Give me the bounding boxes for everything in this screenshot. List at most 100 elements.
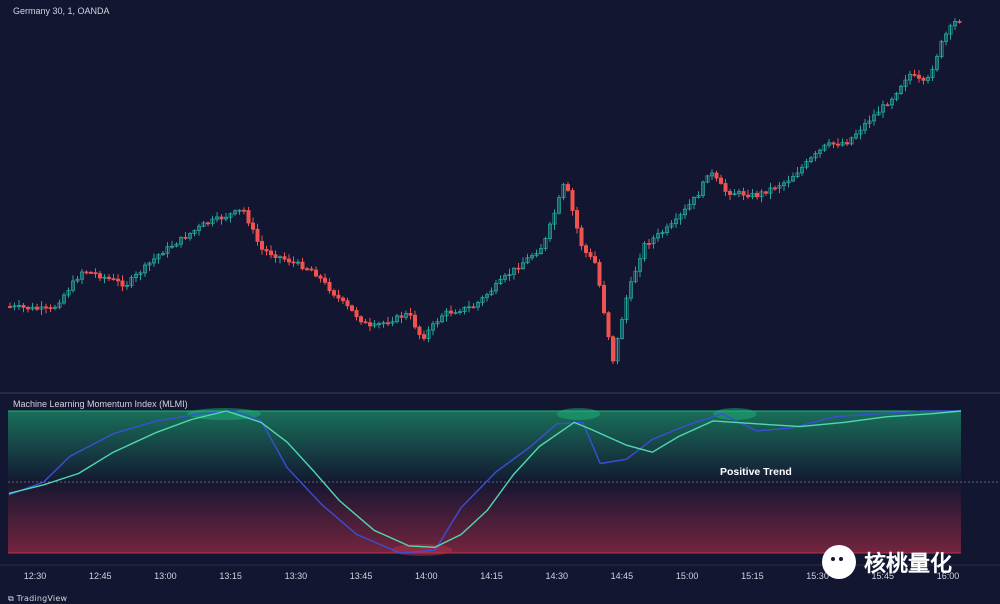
candle-up bbox=[876, 106, 881, 116]
trend-annotation: Positive Trend bbox=[720, 466, 792, 478]
candle-body bbox=[417, 326, 422, 336]
candle-up bbox=[854, 129, 859, 140]
candle-down bbox=[845, 138, 850, 147]
candle-up bbox=[372, 320, 377, 329]
candle-up bbox=[638, 253, 643, 277]
candle-down bbox=[579, 225, 584, 251]
candle-body bbox=[327, 281, 332, 292]
candle-body bbox=[331, 290, 336, 296]
candle-down bbox=[448, 305, 453, 317]
candle-body bbox=[273, 254, 278, 258]
candle-body bbox=[21, 304, 26, 308]
candle-up bbox=[160, 250, 165, 256]
candle-down bbox=[98, 271, 103, 282]
candlestick-series bbox=[7, 18, 962, 365]
candle-up bbox=[210, 215, 215, 227]
watermark: 核桃量化 bbox=[822, 545, 952, 579]
candle-up bbox=[858, 125, 863, 140]
candle-down bbox=[205, 221, 210, 227]
candle-down bbox=[246, 206, 251, 227]
candle-up bbox=[813, 150, 818, 162]
candle-up bbox=[16, 299, 21, 310]
time-tick-label: 14:45 bbox=[610, 571, 634, 581]
candle-up bbox=[732, 189, 737, 196]
candle-down bbox=[728, 188, 733, 200]
candle-down bbox=[421, 330, 426, 342]
candle-body bbox=[322, 277, 327, 283]
candle-body bbox=[318, 275, 323, 279]
candle-body bbox=[917, 74, 922, 79]
candle-down bbox=[597, 259, 602, 288]
candle-up bbox=[165, 242, 170, 258]
symbol-title: Germany 30, 1, OANDA bbox=[13, 6, 110, 16]
candle-body bbox=[93, 272, 98, 275]
candle-body bbox=[471, 306, 476, 309]
candle-body bbox=[255, 228, 260, 242]
candle-body bbox=[719, 177, 724, 184]
candle-down bbox=[358, 315, 363, 325]
chart-canvas[interactable] bbox=[0, 0, 1000, 604]
time-tick-label: 12:45 bbox=[88, 571, 112, 581]
candle-up bbox=[196, 223, 201, 236]
candle-up bbox=[201, 221, 206, 228]
candle-down bbox=[219, 214, 224, 225]
candle-up bbox=[71, 275, 76, 293]
candle-down bbox=[241, 207, 246, 215]
candle-up bbox=[228, 212, 233, 223]
candle-down bbox=[584, 243, 589, 258]
candle-body bbox=[836, 143, 841, 146]
candle-body bbox=[412, 314, 417, 328]
candle-body bbox=[84, 271, 89, 274]
tradingview-logo: ⧉ TradingView bbox=[8, 594, 67, 604]
candle-body bbox=[448, 310, 453, 314]
candle-body bbox=[579, 227, 584, 247]
candle-up bbox=[620, 317, 625, 340]
candle-up bbox=[223, 213, 228, 222]
candle-down bbox=[575, 206, 580, 234]
candle-body bbox=[291, 261, 296, 264]
candle-down bbox=[417, 325, 422, 340]
candle-up bbox=[827, 138, 832, 148]
candle-body bbox=[566, 184, 571, 191]
candle-down bbox=[602, 280, 607, 315]
candle-up bbox=[899, 84, 904, 96]
candle-down bbox=[345, 297, 350, 310]
candle-down bbox=[741, 187, 746, 201]
candle-down bbox=[286, 254, 291, 266]
candle-up bbox=[489, 287, 494, 297]
candle-up bbox=[939, 39, 944, 59]
candle-body bbox=[313, 269, 318, 277]
candle-down bbox=[912, 69, 917, 78]
candle-down bbox=[831, 141, 836, 149]
candle-down bbox=[570, 187, 575, 216]
candle-body bbox=[309, 268, 314, 271]
candle-up bbox=[777, 181, 782, 194]
candle-up bbox=[867, 115, 872, 128]
candle-up bbox=[863, 119, 868, 135]
candle-up bbox=[295, 259, 300, 266]
candle-up bbox=[818, 148, 823, 158]
candle-body bbox=[570, 190, 575, 211]
candle-body bbox=[421, 334, 426, 339]
candle-body bbox=[363, 321, 368, 324]
time-tick-label: 15:00 bbox=[675, 571, 699, 581]
candle-body bbox=[116, 278, 121, 282]
candle-down bbox=[282, 252, 287, 263]
candle-down bbox=[309, 266, 314, 272]
candle-body bbox=[746, 194, 751, 198]
candle-down bbox=[773, 185, 778, 191]
candle-up bbox=[795, 166, 800, 179]
candle-body bbox=[7, 306, 12, 308]
candle-up bbox=[66, 287, 71, 298]
candle-up bbox=[521, 257, 526, 270]
candle-body bbox=[575, 210, 580, 229]
candle-up bbox=[430, 320, 435, 336]
candle-body bbox=[741, 191, 746, 196]
candle-down bbox=[917, 70, 922, 83]
candle-up bbox=[944, 31, 949, 46]
time-tick-label: 13:15 bbox=[219, 571, 242, 581]
candle-up bbox=[665, 223, 670, 236]
tradingview-text: TradingView bbox=[16, 594, 68, 603]
candle-down bbox=[719, 174, 724, 185]
candle-up bbox=[147, 261, 152, 271]
